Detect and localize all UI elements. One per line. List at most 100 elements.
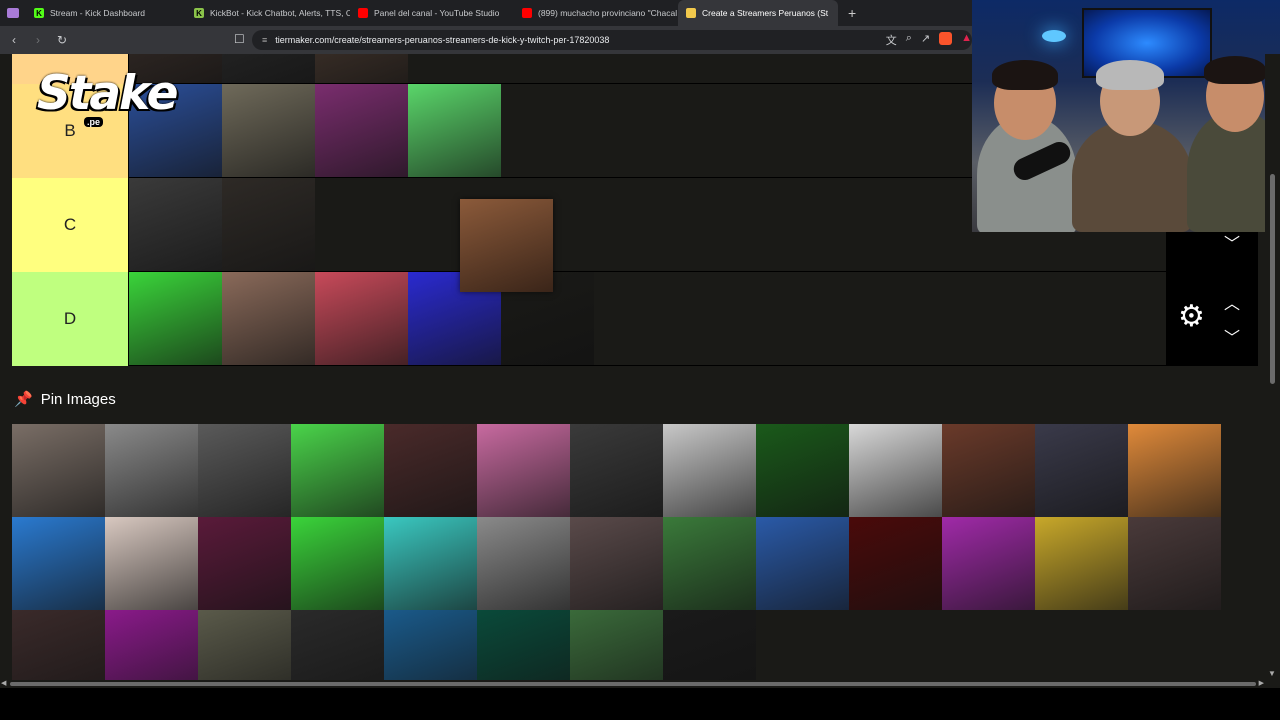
pool-image[interactable] bbox=[477, 610, 570, 680]
zoom-icon[interactable]: ⌕ bbox=[906, 32, 912, 48]
tier-image[interactable] bbox=[315, 54, 408, 83]
tier-image[interactable] bbox=[408, 84, 501, 177]
tier-image[interactable] bbox=[222, 54, 315, 83]
pool-image[interactable] bbox=[198, 424, 291, 517]
scroll-right-icon[interactable]: ▶ bbox=[1259, 679, 1264, 687]
pool-image[interactable] bbox=[849, 424, 942, 517]
tab-tiermaker[interactable]: Create a Streamers Peruanos (St × bbox=[678, 0, 838, 26]
pin-images-header: 📌 Pin Images bbox=[14, 390, 116, 409]
horizontal-scrollbar[interactable]: ◀ ▶ bbox=[0, 680, 1280, 688]
pool-image[interactable] bbox=[570, 610, 663, 680]
share-icon[interactable]: ↗ bbox=[921, 32, 930, 48]
tab-title: Create a Streamers Peruanos (St bbox=[702, 8, 829, 18]
webcam-overlay bbox=[972, 0, 1280, 232]
back-icon[interactable]: ‹ bbox=[4, 30, 24, 50]
pool-image[interactable] bbox=[105, 610, 198, 680]
scroll-left-icon[interactable]: ◀ bbox=[1, 679, 6, 687]
pool-image[interactable] bbox=[570, 424, 663, 517]
tab-kick-dashboard[interactable]: K Stream - Kick Dashboard bbox=[26, 0, 186, 26]
pool-image[interactable] bbox=[477, 517, 570, 610]
scroll-thumb[interactable] bbox=[10, 682, 1256, 686]
tier-controls: ⚙ ︿ ﹀ bbox=[1166, 272, 1258, 366]
tiermaker-icon bbox=[686, 8, 696, 18]
pool-image[interactable] bbox=[1128, 424, 1221, 517]
dragged-image[interactable] bbox=[460, 199, 553, 292]
stake-logo-sub: .pe bbox=[84, 117, 104, 127]
pool-image[interactable] bbox=[942, 424, 1035, 517]
pool-image[interactable] bbox=[1128, 517, 1221, 610]
pool-image[interactable] bbox=[756, 517, 849, 610]
pool-image[interactable] bbox=[384, 610, 477, 680]
tier-row: D ⚙ ︿ ﹀ bbox=[12, 272, 1258, 366]
pool-image[interactable] bbox=[849, 517, 942, 610]
pin-images-title: Pin Images bbox=[40, 390, 116, 408]
vertical-scrollbar[interactable]: ▼ bbox=[1265, 54, 1280, 680]
youtube-icon bbox=[522, 8, 532, 18]
move-down-icon[interactable]: ﹀ bbox=[1224, 324, 1240, 348]
browser-menu-icon[interactable] bbox=[0, 0, 26, 26]
pool-image[interactable] bbox=[663, 517, 756, 610]
pool-image[interactable] bbox=[663, 424, 756, 517]
tier-label[interactable]: C bbox=[12, 178, 129, 272]
tier-label[interactable]: D bbox=[12, 272, 129, 366]
tier-image[interactable] bbox=[222, 272, 315, 365]
address-actions: 文 ⌕ ↗ ▲ bbox=[886, 32, 972, 48]
new-tab-button[interactable]: + bbox=[848, 5, 856, 21]
url-text: tiermaker.com/create/streamers-peruanos-… bbox=[275, 35, 610, 45]
pool-image[interactable] bbox=[291, 424, 384, 517]
reload-icon[interactable]: ↻ bbox=[52, 30, 72, 50]
kick-icon: K bbox=[34, 8, 44, 18]
bookmark-icon[interactable]: ☐ bbox=[234, 32, 245, 46]
tab-title: (899) muchacho provinciano "Chacal bbox=[538, 8, 678, 18]
scroll-thumb[interactable] bbox=[1270, 174, 1275, 384]
tier-items bbox=[129, 178, 315, 272]
pool-image[interactable] bbox=[198, 610, 291, 680]
pool-image[interactable] bbox=[384, 517, 477, 610]
tab-youtube-studio[interactable]: Panel del canal - YouTube Studio bbox=[350, 0, 514, 26]
pool-image[interactable] bbox=[291, 610, 384, 680]
pool-image[interactable] bbox=[198, 517, 291, 610]
pool-image[interactable] bbox=[291, 517, 384, 610]
pool-image[interactable] bbox=[663, 610, 756, 680]
translate-icon[interactable]: 文 bbox=[886, 32, 897, 48]
tier-image[interactable] bbox=[315, 272, 408, 365]
pool-image[interactable] bbox=[12, 517, 105, 610]
streamer-center-beanie bbox=[1096, 60, 1164, 90]
pool-image[interactable] bbox=[1035, 424, 1128, 517]
tab-youtube-video[interactable]: (899) muchacho provinciano "Chacal bbox=[514, 0, 678, 26]
streamer-right-hair bbox=[1204, 56, 1266, 84]
tier-image[interactable] bbox=[129, 272, 222, 365]
tab-title: Panel del canal - YouTube Studio bbox=[374, 8, 500, 18]
pool-image[interactable] bbox=[12, 610, 105, 680]
pool-image[interactable] bbox=[384, 424, 477, 517]
url-field[interactable]: ≡ tiermaker.com/create/streamers-peruano… bbox=[252, 30, 972, 50]
site-info-icon[interactable]: ≡ bbox=[262, 35, 267, 45]
scroll-down-icon[interactable]: ▼ bbox=[1268, 669, 1276, 678]
pool-image[interactable] bbox=[105, 517, 198, 610]
forward-icon[interactable]: › bbox=[28, 30, 48, 50]
gear-icon[interactable]: ⚙ bbox=[1178, 302, 1205, 332]
pool-image[interactable] bbox=[12, 424, 105, 517]
tier-items bbox=[129, 84, 501, 178]
tab-title: KickBot - Kick Chatbot, Alerts, TTS, O bbox=[210, 8, 350, 18]
tier-image[interactable] bbox=[222, 178, 315, 271]
move-down-icon[interactable]: ﹀ bbox=[1224, 230, 1240, 254]
pool-image[interactable] bbox=[105, 424, 198, 517]
streamer-center bbox=[1072, 120, 1192, 232]
pool-image[interactable] bbox=[942, 517, 1035, 610]
brave-shield-icon[interactable] bbox=[939, 32, 953, 45]
stake-logo: Stake bbox=[37, 66, 178, 121]
tier-image[interactable] bbox=[222, 84, 315, 177]
pool-image[interactable] bbox=[477, 424, 570, 517]
pin-icon: 📌 bbox=[14, 391, 33, 408]
pool-image[interactable] bbox=[756, 424, 849, 517]
youtube-icon bbox=[358, 8, 368, 18]
move-up-icon[interactable]: ︿ bbox=[1224, 290, 1240, 314]
rewards-icon[interactable]: ▲ bbox=[961, 32, 972, 48]
tab-kickbot[interactable]: K KickBot - Kick Chatbot, Alerts, TTS, O bbox=[186, 0, 350, 26]
tier-image[interactable] bbox=[129, 178, 222, 271]
pool-image[interactable] bbox=[570, 517, 663, 610]
image-pool bbox=[12, 424, 1226, 680]
pool-image[interactable] bbox=[1035, 517, 1128, 610]
tier-image[interactable] bbox=[315, 84, 408, 177]
